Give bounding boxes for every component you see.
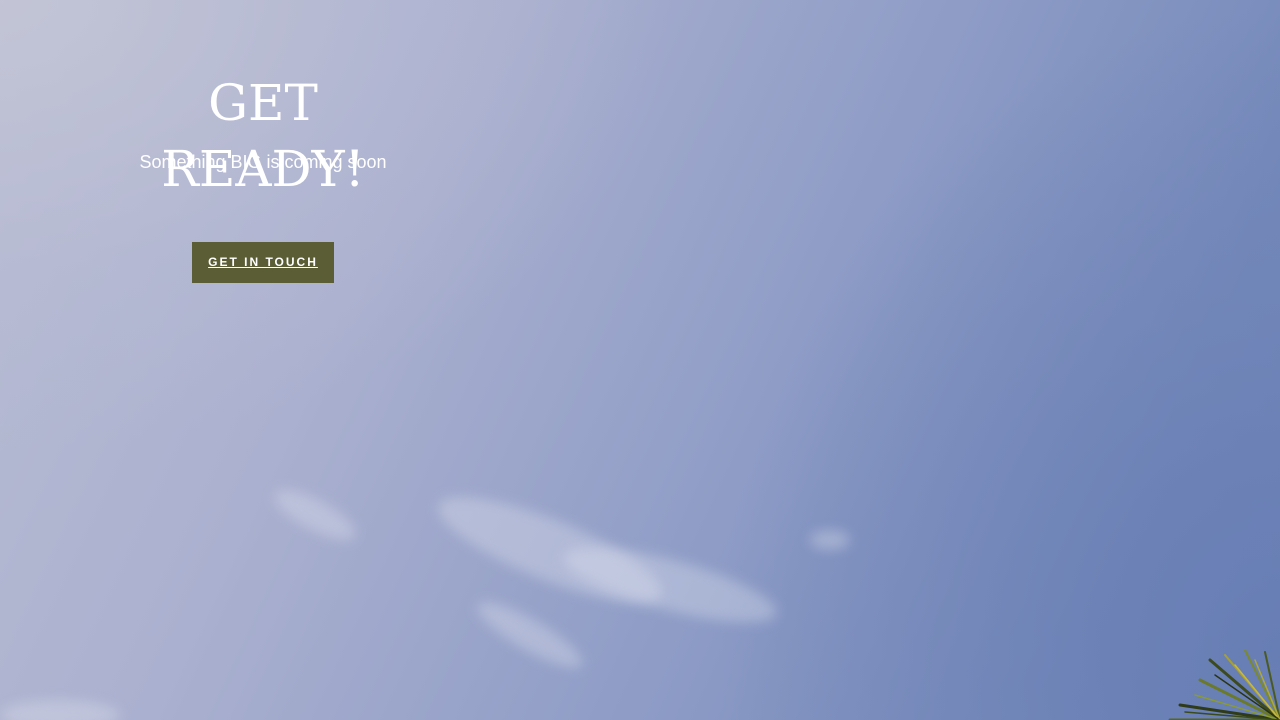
- cloud-wisp: [470, 592, 590, 678]
- cloud-wisp: [810, 530, 850, 550]
- cloud-wisp: [268, 480, 362, 550]
- palm-leaves-icon: [1168, 650, 1280, 720]
- get-in-touch-button[interactable]: GET IN TOUCH: [192, 242, 334, 283]
- cloud-wisp: [0, 700, 120, 720]
- page-title: GET READY!: [161, 74, 365, 198]
- page-subtitle: Something BIG is coming soon: [139, 152, 387, 172]
- hero-content: GET READY! Something BIG is coming soon …: [100, 70, 426, 283]
- hero-section: GET READY! Something BIG is coming soon …: [0, 0, 1280, 720]
